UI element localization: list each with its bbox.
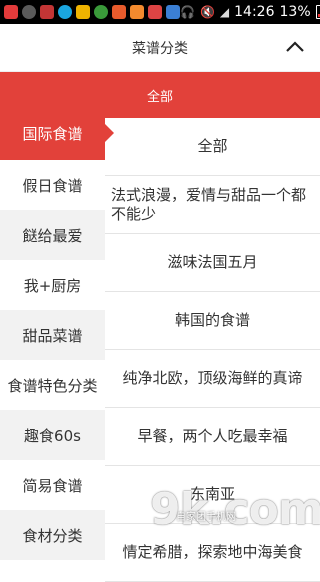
sidebar-item-label: 我+厨房	[23, 276, 82, 295]
subcategory-list: 全部 法式浪漫，爱情与甜品一个都不能少 滋味法国五月 韩国的食谱 纯净北欧，顶级…	[105, 118, 320, 582]
battery-icon	[315, 5, 320, 19]
app-notification-icon	[112, 5, 126, 19]
list-item[interactable]: 东南亚	[105, 466, 320, 524]
list-item[interactable]: 全部	[105, 118, 320, 176]
sidebar-item-holiday[interactable]: 假日食谱	[0, 160, 105, 210]
app-notification-icon	[130, 5, 144, 19]
sidebar-item-desserts[interactable]: 甜品菜谱	[0, 310, 105, 360]
sidebar-item-label: 趣食60s	[24, 426, 81, 445]
sidebar-item-ingredients[interactable]: 食材分类	[0, 510, 105, 560]
sidebar-item-label: 国际食谱	[22, 124, 83, 143]
app-notification-icon	[58, 5, 72, 19]
list-item[interactable]: 韩国的食谱	[105, 292, 320, 350]
list-item-label: 早餐，两个人吃最幸福	[137, 427, 288, 445]
app-notification-icon	[40, 5, 54, 19]
app-notification-icon	[76, 5, 90, 19]
list-item-label: 东南亚	[189, 485, 235, 503]
app-notification-icon	[22, 5, 36, 19]
notification-icons	[4, 5, 180, 19]
sidebar-item-international[interactable]: 国际食谱	[0, 106, 114, 160]
sidebar-item-label: 甜品菜谱	[22, 326, 83, 345]
list-item[interactable]: 纯净北欧，顶级海鲜的真谛	[105, 350, 320, 408]
sidebar-item-label: 食材分类	[22, 526, 83, 545]
app-notification-icon	[166, 5, 180, 19]
list-item-label: 韩国的食谱	[174, 311, 250, 329]
app-notification-icon	[94, 5, 108, 19]
sidebar-item-featured[interactable]: 食谱特色分类	[0, 360, 105, 410]
sidebar-item-loved-ones[interactable]: 餸给最爱	[0, 210, 105, 260]
list-item[interactable]: 早餐，两个人吃最幸福	[105, 408, 320, 466]
sidebar-item-label: 食谱特色分类	[7, 376, 98, 395]
battery-percent: 13%	[279, 4, 311, 20]
all-categories-label: 全部	[146, 89, 173, 105]
sidebar-item-label: 餸给最爱	[22, 226, 83, 245]
sidebar-item-label: 假日食谱	[22, 176, 83, 195]
sidebar-item-easy[interactable]: 简易食谱	[0, 460, 105, 510]
category-sidebar: 国际食谱 假日食谱 餸给最爱 我+厨房 甜品菜谱 食谱特色分类 趣食60s 简易…	[0, 106, 114, 560]
mute-icon: 🔇	[199, 5, 215, 19]
list-item[interactable]: 滋味法国五月	[105, 234, 320, 292]
sidebar-item-my-kitchen[interactable]: 我+厨房	[0, 260, 105, 310]
list-item-label: 滋味法国五月	[167, 253, 258, 271]
header: 菜谱分类	[0, 24, 320, 72]
sidebar-item-label: 简易食谱	[22, 476, 83, 495]
clock: 14:26	[234, 4, 275, 20]
page-title: 菜谱分类	[132, 40, 188, 57]
list-item[interactable]: 情定希腊，探索地中海美食	[105, 524, 320, 582]
app-notification-icon	[4, 5, 18, 19]
signal-icon: ◢	[219, 5, 230, 19]
chevron-up-icon[interactable]	[284, 36, 306, 58]
list-item[interactable]: 法式浪漫，爱情与甜品一个都不能少	[105, 176, 320, 234]
list-item-label: 全部	[197, 137, 228, 155]
status-bar: 🎧 🔇 ◢ 14:26 13%	[0, 0, 320, 24]
headset-icon: 🎧	[180, 5, 195, 19]
list-item-label: 法式浪漫，爱情与甜品一个都不能少	[111, 185, 307, 223]
sidebar-item-fun-60s[interactable]: 趣食60s	[0, 410, 105, 460]
list-item-label: 纯净北欧，顶级海鲜的真谛	[122, 369, 303, 387]
app-notification-icon	[148, 5, 162, 19]
list-item-label: 情定希腊，探索地中海美食	[122, 543, 303, 561]
